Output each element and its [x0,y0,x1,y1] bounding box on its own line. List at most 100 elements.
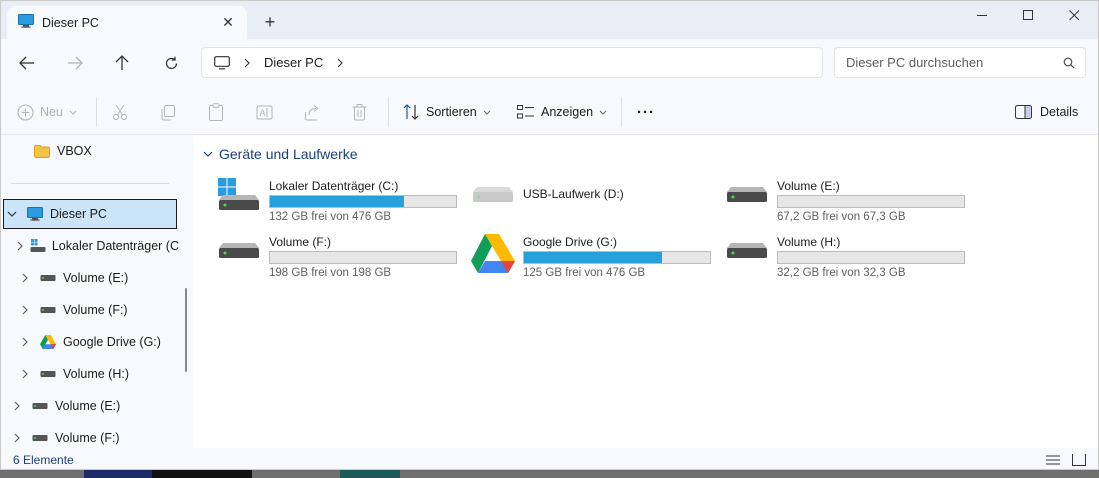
tab-title: Dieser PC [42,15,99,30]
drive-free-space: 125 GB frei von 476 GB [523,267,646,279]
more-options-button[interactable]: ··· [637,99,655,125]
nav-item-drive-g[interactable]: Google Drive (G:) [17,327,177,357]
copy-button[interactable] [160,99,176,125]
drive-icon [217,234,263,274]
drive-free-space: 198 GB frei von 198 GB [269,267,392,279]
tiles-icon [1072,454,1086,466]
paste-button[interactable] [208,99,224,125]
copy-icon [161,104,175,120]
delete-button[interactable] [352,99,367,125]
drive-icon [39,370,57,378]
tiles-view-button[interactable] [1069,451,1089,469]
nav-item-drive-f[interactable]: Volume (F:) [17,295,177,325]
nav-item-drive-h[interactable]: Volume (H:) [17,359,177,389]
drive-icon [725,178,771,218]
details-pane-icon [1015,105,1032,119]
close-window-button[interactable] [1051,1,1097,29]
nav-scrollbar[interactable] [179,135,193,448]
minimize-button[interactable] [959,1,1005,29]
divider [11,183,169,184]
chevron-right-icon[interactable] [17,369,33,379]
nav-item-drive-e-root[interactable]: Volume (E:) [9,391,177,421]
breadcrumb-dieser-pc[interactable]: Dieser PC [264,55,323,70]
up-button[interactable] [108,50,136,76]
divider [388,97,389,127]
item-count: 6 Elemente [13,453,74,467]
nav-item-label: Volume (E:) [63,271,129,285]
group-header[interactable]: Geräte und Laufwerke [203,144,358,164]
chevron-down-icon[interactable] [4,211,20,217]
folder-icon [33,144,51,158]
drive-icon [725,234,771,274]
chevron-down-icon [483,110,491,115]
address-row: Dieser PC [1,39,1098,87]
drive-name: Volume (H:) [777,235,841,249]
background-window [152,470,252,478]
chevron-right-icon[interactable] [17,337,33,347]
drive-name: Volume (F:) [269,235,332,249]
nav-item-drive-e[interactable]: Volume (E:) [17,263,177,293]
background-window [84,470,152,478]
divider [621,97,622,127]
chevron-right-icon[interactable] [17,305,33,315]
nav-item-drive-f-root[interactable]: Volume (F:) [9,423,177,448]
list-icon [1046,455,1060,465]
drive-icon [31,402,49,410]
details-view-button[interactable] [1043,451,1063,469]
share-button[interactable] [304,99,321,125]
plus-circle-icon [17,103,34,121]
maximize-icon [1022,9,1033,20]
scrollbar-thumb[interactable] [185,288,187,372]
arrow-right-icon [68,56,83,70]
drive-usage-bar [523,251,711,264]
computer-outline-icon [214,55,230,70]
search-input[interactable] [846,55,1046,70]
sort-button[interactable]: Sortieren [403,99,491,125]
nav-item-label: VBOX [57,144,92,158]
cut-button[interactable] [112,99,128,125]
drive-tile-e[interactable]: Volume (E:) 67,2 GB frei von 67,3 GB [701,176,981,226]
tab-dieser-pc[interactable]: Dieser PC ✕ [7,6,247,39]
chevron-right-icon[interactable] [244,58,250,68]
view-button[interactable]: Anzeigen [517,99,607,125]
drive-icon [39,306,57,314]
details-label: Details [1040,105,1079,119]
minimize-icon [976,14,987,16]
file-explorer-window: Dieser PC ✕ + Dieser PC Dieser PC durchs… [0,0,1099,470]
chevron-right-icon[interactable] [17,241,24,251]
drive-tile-c[interactable]: Lokaler Datenträger (C:) 132 GB frei von… [193,176,473,226]
address-bar[interactable]: Dieser PC [201,47,823,78]
drive-tile-h[interactable]: Volume (H:) 32,2 GB frei von 32,3 GB [701,232,981,282]
chevron-right-icon[interactable] [337,58,344,68]
drive-tile-d[interactable]: USB-Laufwerk (D:) [447,176,727,226]
drive-tile-f[interactable]: Volume (F:) 198 GB frei von 198 GB [193,232,473,282]
drive-usage-bar [269,195,457,208]
details-button[interactable]: Details [1015,99,1078,125]
sort-label: Sortieren [426,105,477,119]
search-box[interactable] [834,47,1086,78]
share-icon [305,104,319,120]
rename-button[interactable]: A [256,99,273,125]
refresh-button[interactable] [157,50,185,76]
chevron-right-icon[interactable] [17,273,33,283]
new-tab-button[interactable]: + [259,11,281,33]
arrow-up-icon [115,55,129,70]
back-button[interactable] [13,50,41,76]
list-view-icon [517,105,534,119]
nav-item-dieser-pc[interactable]: Dieser PC [3,199,177,229]
drive-name: Google Drive (G:) [523,235,618,249]
chevron-down-icon[interactable] [203,151,213,157]
background-underlay [0,470,1099,478]
maximize-button[interactable] [1005,1,1051,29]
nav-item-vbox[interactable]: VBOX [11,136,171,166]
nav-item-drive-c[interactable]: Lokaler Datenträger (C [17,231,179,261]
drive-tile-g[interactable]: Google Drive (G:) 125 GB frei von 476 GB [447,232,727,282]
close-tab-button[interactable]: ✕ [215,12,241,34]
new-button[interactable]: Neu [17,99,77,125]
chevron-right-icon[interactable] [9,433,25,443]
drive-free-space: 67,2 GB frei von 67,3 GB [777,211,906,223]
chevron-right-icon[interactable] [9,401,25,411]
nav-item-label: Lokaler Datenträger (C [51,239,179,253]
forward-button[interactable] [61,50,89,76]
drive-free-space: 32,2 GB frei von 32,3 GB [777,267,906,279]
